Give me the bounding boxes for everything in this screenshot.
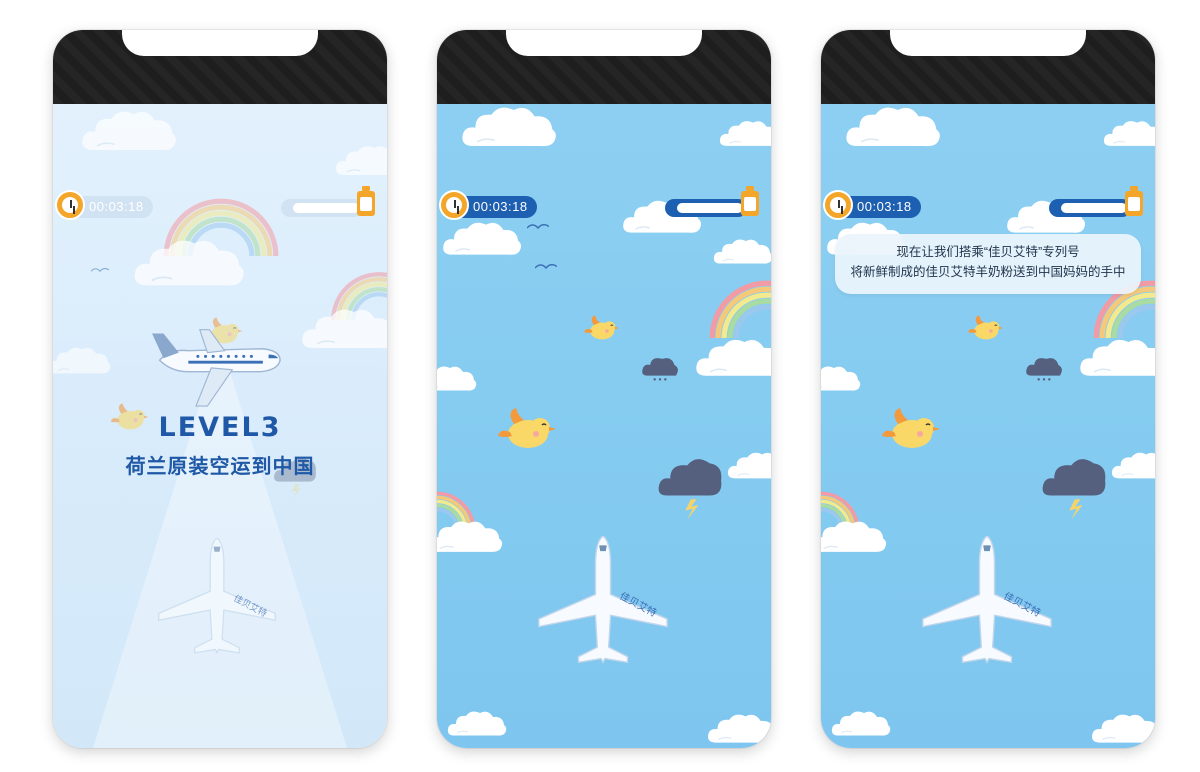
scene-art: 佳贝艾特 xyxy=(437,106,771,744)
clock-icon xyxy=(439,190,469,220)
progress-bar xyxy=(281,199,363,217)
progress-bar xyxy=(665,199,747,217)
milk-bottle-icon xyxy=(1125,186,1143,216)
story-message-banner: 现在让我们搭乘“佳贝艾特”专列号 将新鲜制成的佳贝艾特羊奶粉送到中国妈妈的手中 xyxy=(835,234,1141,294)
level-title: LEVEL3 xyxy=(158,412,282,443)
progress-bar xyxy=(1049,199,1131,217)
message-line-1: 现在让我们搭乘“佳贝艾特”专列号 xyxy=(896,245,1080,259)
phone-notch xyxy=(506,30,702,56)
timer-value: 00:03:18 xyxy=(89,199,144,214)
clock-icon xyxy=(55,190,85,220)
progress-fill xyxy=(293,203,359,213)
timer-value: 00:03:18 xyxy=(473,199,528,214)
milk-bottle-icon xyxy=(357,186,375,216)
scene-art: 佳贝艾特 xyxy=(53,110,387,748)
phone-screen-intro: 佳贝艾特 00:03:18 LEVEL3 荷兰原装空运到中国 xyxy=(53,30,387,748)
phone-notch xyxy=(890,30,1086,56)
message-line-2: 将新鲜制成的佳贝艾特羊奶粉送到中国妈妈的手中 xyxy=(850,265,1126,279)
phone-notch xyxy=(122,30,318,56)
milk-bottle-icon xyxy=(741,186,759,216)
progress-fill xyxy=(677,203,743,213)
phone-screen-message: 佳贝艾特 00:03:18 现在让我们搭乘“佳贝艾特”专列号 将新鲜制成的佳贝艾… xyxy=(821,30,1155,748)
progress-fill xyxy=(1061,203,1127,213)
phone-screen-game: 佳贝艾特 00:03:18 xyxy=(437,30,771,748)
scene-art: 佳贝艾特 xyxy=(821,106,1155,744)
level-subtitle: 荷兰原装空运到中国 xyxy=(125,456,315,478)
timer-value: 00:03:18 xyxy=(857,199,912,214)
clock-icon xyxy=(823,190,853,220)
